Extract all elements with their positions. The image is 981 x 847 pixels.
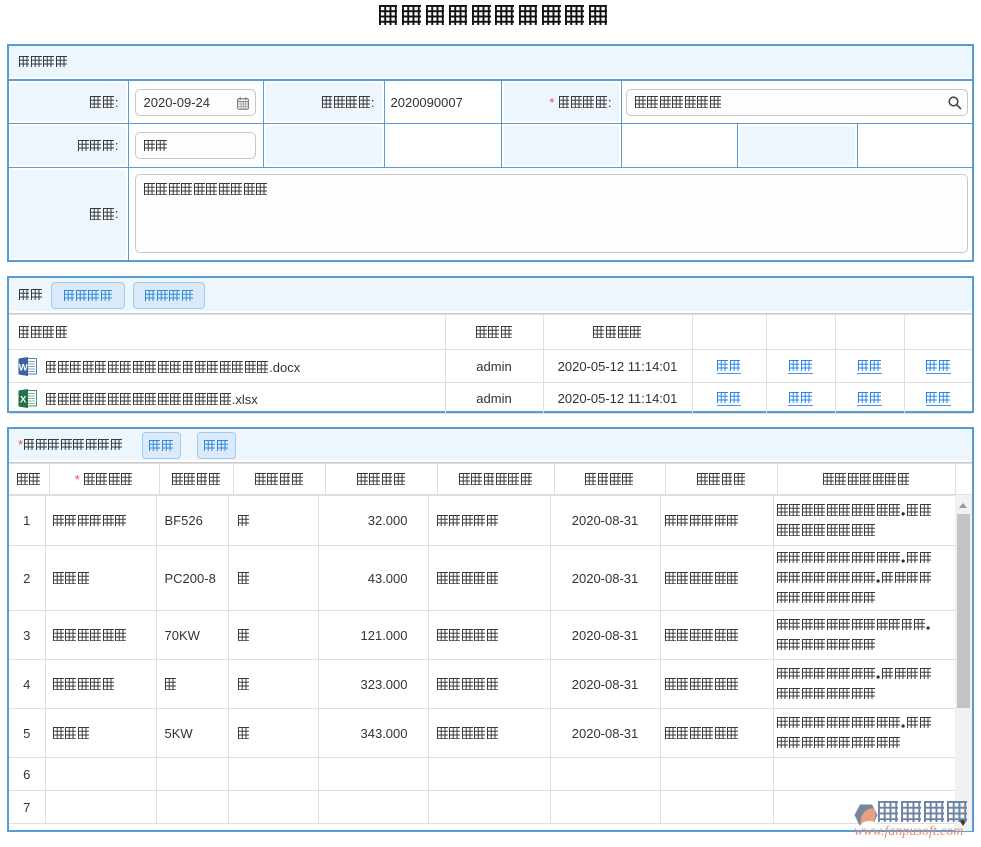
svg-text:W: W [19, 362, 28, 373]
svg-text:X: X [20, 394, 27, 405]
